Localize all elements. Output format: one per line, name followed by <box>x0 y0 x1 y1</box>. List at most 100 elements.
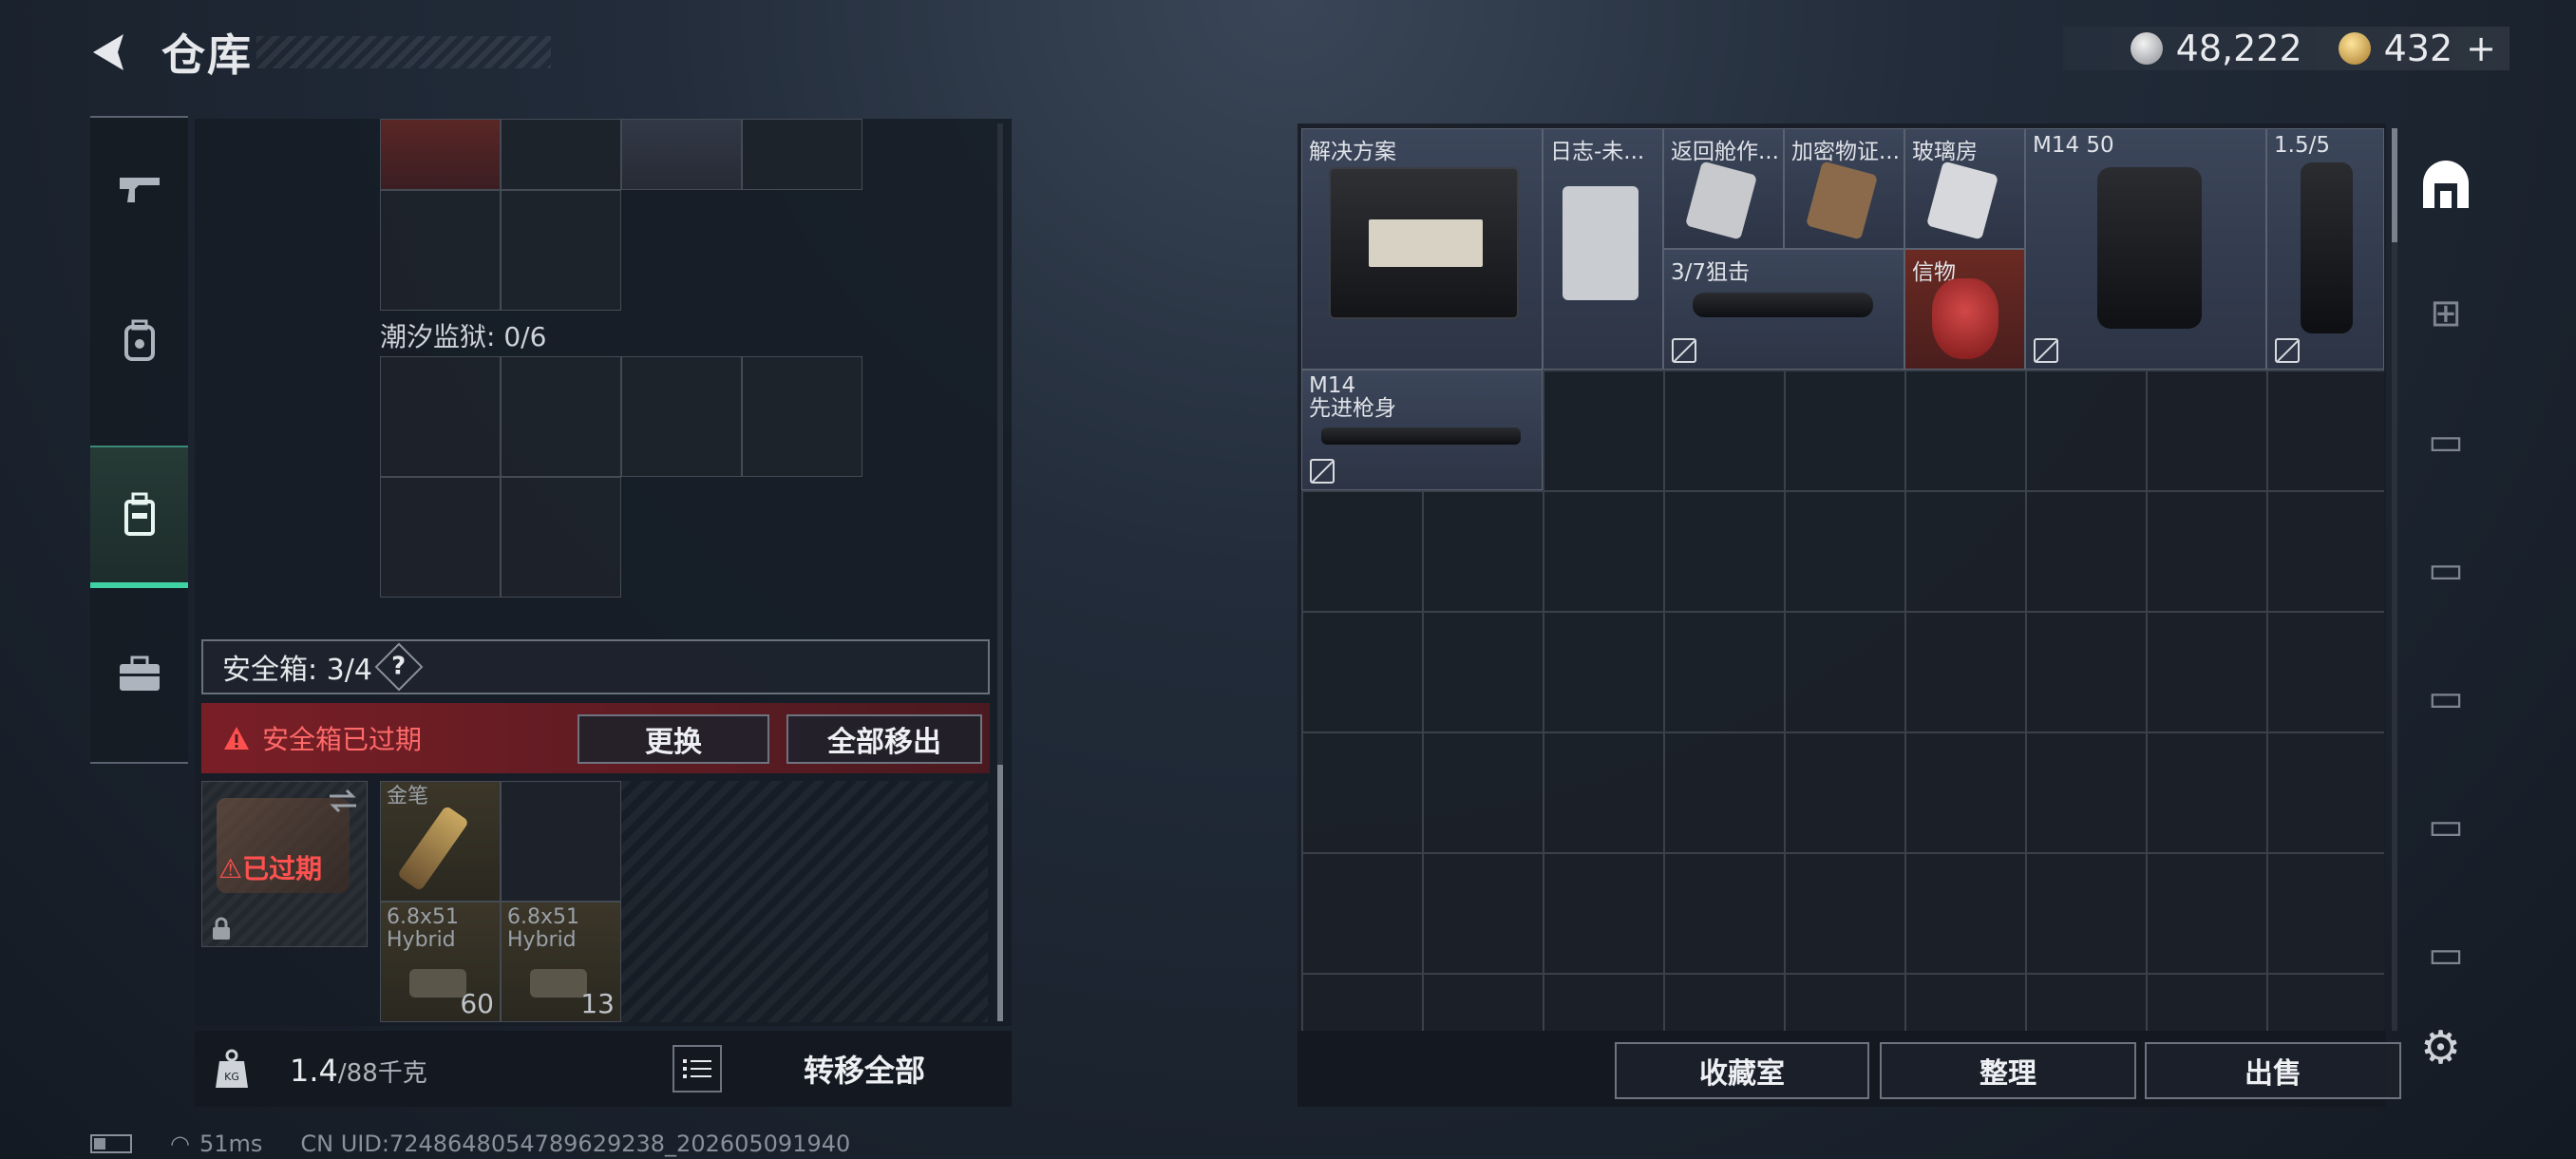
tab-stash-v-2[interactable]: ▭ <box>2413 537 2479 603</box>
expired-warning-small-icon: ⚠ <box>218 853 243 884</box>
stash-scrollbar-thumb[interactable] <box>2392 128 2397 242</box>
list-icon <box>683 1059 711 1078</box>
replace-button[interactable]: 更换 <box>578 714 769 764</box>
collection-room-button[interactable]: 收藏室 <box>1615 1042 1869 1099</box>
container-capacity-label: 潮汐监狱: 0/6 <box>380 321 547 352</box>
stash-v-icon: ▭ <box>2428 548 2464 592</box>
grid-cell[interactable] <box>501 119 621 190</box>
scope-image <box>2301 162 2353 333</box>
ping-value: 51ms <box>199 1130 263 1157</box>
grid-cell[interactable] <box>380 190 501 311</box>
receiver-image <box>1321 428 1521 445</box>
sniper-scope-image <box>1693 293 1873 317</box>
transfer-all-button[interactable]: 转移全部 <box>731 1040 997 1097</box>
silver-coin-icon <box>2130 32 2163 65</box>
back-icon[interactable] <box>85 28 133 76</box>
bag-icon <box>123 492 155 536</box>
not-insured-icon <box>2275 338 2300 363</box>
toolbox-label-image <box>1369 219 1483 267</box>
currency-bar: 48,222 432 + <box>2063 27 2510 70</box>
nav-bag[interactable] <box>90 446 188 588</box>
item-name: 6.8x51 Hybrid <box>387 905 460 952</box>
list-view-button[interactable] <box>672 1045 722 1092</box>
add-currency-button[interactable]: + <box>2466 28 2496 69</box>
not-insured-icon <box>1310 459 1335 484</box>
stash-iv-icon: ▭ <box>2428 933 2464 977</box>
not-insured-icon <box>2034 338 2058 363</box>
stash-v-icon: ▭ <box>2428 676 2464 720</box>
stash-item-log[interactable]: 日志-未... <box>1543 128 1663 370</box>
stash-tabs: ⊞ ▭ ▭ ▭ ▭ ▭ <box>2403 124 2491 978</box>
warning-icon <box>224 727 249 750</box>
stash-item-sniper-scope[interactable]: 3/7狙击 <box>1663 249 1904 370</box>
swap-icon[interactable] <box>326 787 360 815</box>
stash-item-encrypted-evidence[interactable]: 加密物证... <box>1784 128 1904 249</box>
tab-main-stash[interactable] <box>2413 152 2479 218</box>
stash-item-return-capsule[interactable]: 返回舱作... <box>1663 128 1784 249</box>
tab-stash-v-3[interactable]: ▭ <box>2413 665 2479 732</box>
help-icon[interactable]: ? <box>374 642 424 692</box>
left-scrollbar-thumb[interactable] <box>997 765 1003 1021</box>
tab-stash-iv-1[interactable]: ▭ <box>2413 793 2479 860</box>
status-bar: ◠ 51ms CN UID:7248648054789629238_202605… <box>90 1130 850 1157</box>
keycard-image <box>1925 161 1999 240</box>
grid-cell[interactable] <box>501 190 621 311</box>
container-cell[interactable] <box>380 356 501 477</box>
left-nav <box>90 116 188 764</box>
grid-cell-item[interactable] <box>621 119 742 190</box>
user-uid: CN UID:7248648054789629238_202605091940 <box>300 1130 851 1157</box>
stash-item-m14-mag[interactable]: M14 50 <box>2025 128 2266 370</box>
backpack-icon <box>123 319 155 361</box>
grid-cell-item[interactable] <box>380 119 501 190</box>
weight-icon: KG <box>216 1049 248 1088</box>
tab-add-stash[interactable]: ⊞ <box>2413 280 2479 347</box>
secure-slot-empty[interactable] <box>501 781 621 902</box>
secure-slot-item[interactable]: 6.8x51 Hybrid 60 <box>380 902 501 1022</box>
ammo-box-image <box>530 969 587 998</box>
document-image <box>1684 161 1758 240</box>
tab-stash-iv-2[interactable]: ▭ <box>2413 922 2479 988</box>
container-cell[interactable] <box>501 477 621 598</box>
nav-briefcase[interactable] <box>90 617 188 731</box>
title-decoration <box>256 36 551 68</box>
stash-item-token[interactable]: 信物 <box>1904 249 2025 370</box>
container-cell[interactable] <box>742 356 862 477</box>
gold-coin-icon <box>2338 32 2371 65</box>
stash-item-glass-house[interactable]: 玻璃房 <box>1904 128 2025 249</box>
lock-icon <box>213 917 230 940</box>
tab-stash-v-1[interactable]: ▭ <box>2413 408 2479 475</box>
stash-item-m14-receiver[interactable]: M14 先进枪身 <box>1301 370 1543 490</box>
sell-button[interactable]: 出售 <box>2145 1042 2401 1099</box>
settings-gear-icon[interactable]: ⚙ <box>2420 1021 2461 1074</box>
wifi-icon: ◠ <box>170 1130 190 1157</box>
svg-text:KG: KG <box>224 1071 239 1083</box>
add-stash-icon: ⊞ <box>2430 292 2462 335</box>
locked-slots-area <box>621 781 988 1022</box>
drum-magazine-image <box>2097 167 2202 329</box>
secure-box-header: 安全箱: 3/4 ? <box>201 639 990 694</box>
container-cell[interactable] <box>621 356 742 477</box>
briefcase-icon <box>119 656 160 691</box>
grid-cell[interactable] <box>742 119 862 190</box>
container-cell[interactable] <box>380 477 501 598</box>
move-all-out-button[interactable]: 全部移出 <box>786 714 982 764</box>
sort-button[interactable]: 整理 <box>1880 1042 2136 1099</box>
nav-backpack[interactable] <box>90 284 188 398</box>
stash-v-icon: ▭ <box>2428 420 2464 464</box>
weight-max: /88千克 <box>337 1059 427 1088</box>
stash-iv-icon: ▭ <box>2428 805 2464 848</box>
currency-silver-amount: 48,222 <box>2175 28 2302 69</box>
gold-pen-image <box>396 805 470 892</box>
item-count: 13 <box>580 988 615 1019</box>
nav-weapons[interactable] <box>90 132 188 246</box>
secure-slot-item[interactable]: 金笔 <box>380 781 501 902</box>
item-name: 金笔 <box>387 785 429 808</box>
stash-item-scope[interactable]: 1.5/5 <box>2266 128 2384 370</box>
stash-scrollbar[interactable] <box>2392 128 2397 1031</box>
not-insured-icon <box>1672 338 1696 363</box>
container-cell[interactable] <box>501 356 621 477</box>
secure-slot-item[interactable]: 6.8x51 Hybrid 13 <box>501 902 621 1022</box>
mask-image <box>1932 278 1998 359</box>
stash-item-toolbox[interactable]: 解决方案 <box>1301 128 1543 370</box>
home-icon <box>2423 161 2469 208</box>
